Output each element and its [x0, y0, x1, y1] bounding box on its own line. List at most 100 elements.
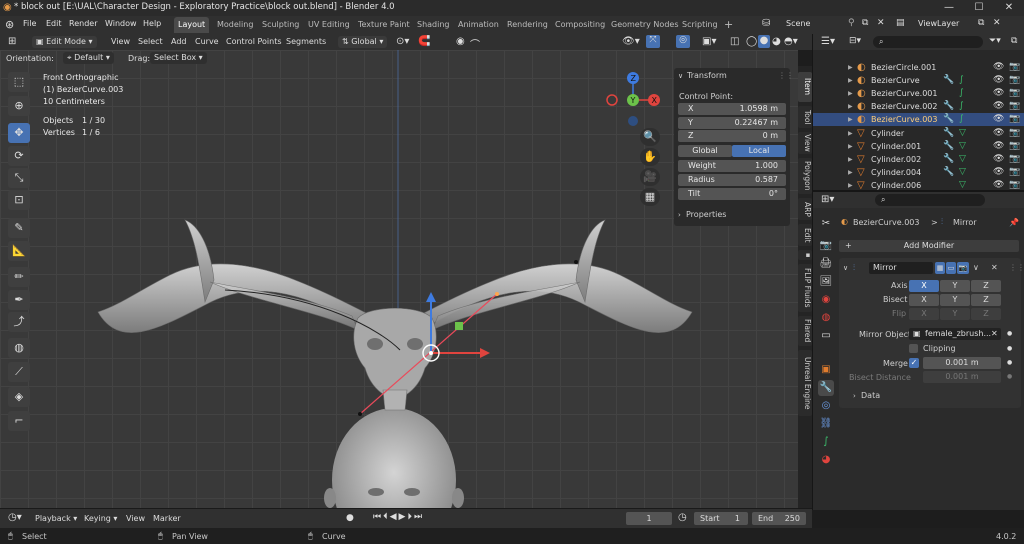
- outliner-item-beziercircle-001[interactable]: ▶ ◐ BezierCircle.001 👁 📷: [813, 61, 1024, 74]
- tab-edit[interactable]: Edit: [798, 224, 812, 246]
- expand-icon[interactable]: ▶: [848, 166, 853, 179]
- bisect-z-toggle[interactable]: Z: [971, 294, 1001, 306]
- scene-icon[interactable]: ⛁: [762, 18, 770, 29]
- x-field[interactable]: X 1.0598 m: [678, 103, 786, 115]
- outliner-item-beziercurve[interactable]: ▶ ◐ BezierCurve 🔧 ∫ 👁 📷: [813, 74, 1024, 87]
- collection-tab-icon[interactable]: ▭: [818, 328, 834, 344]
- annotate-tool-icon[interactable]: ✎: [8, 218, 30, 238]
- menu-file[interactable]: File: [23, 19, 36, 28]
- toggle-xray-icon[interactable]: ◫: [730, 36, 739, 47]
- camera-icon[interactable]: 📷: [1009, 140, 1020, 153]
- tab-modeling[interactable]: Modeling: [213, 17, 257, 33]
- tab-sculpting[interactable]: Sculpting: [258, 17, 303, 33]
- tab-polygon[interactable]: Polygon: [798, 158, 812, 194]
- modifier-icon[interactable]: 🔧: [943, 153, 954, 166]
- pan-hand-icon[interactable]: ✋: [640, 148, 660, 166]
- global-toggle[interactable]: Global: [678, 145, 732, 157]
- outliner-item-beziercurve-002[interactable]: ▶ ◐ BezierCurve.002 🔧 ∫ 👁 📷: [813, 100, 1024, 113]
- visibility-icon[interactable]: 👁▾: [622, 36, 640, 47]
- start-frame-field[interactable]: Start 1: [694, 512, 748, 525]
- menu-render[interactable]: Render: [69, 19, 97, 28]
- drag-handle-icon[interactable]: ⋮⋮: [778, 71, 794, 80]
- camera-icon[interactable]: 📷: [1009, 166, 1020, 179]
- editor-type-icon[interactable]: ⊞: [8, 36, 16, 47]
- properties-search-input[interactable]: ⌕: [875, 194, 985, 206]
- eye-icon[interactable]: 👁: [993, 74, 1004, 87]
- tilt-field[interactable]: Tilt 0°: [678, 188, 786, 200]
- data-expand-icon[interactable]: ›: [853, 392, 856, 400]
- move-tool-icon[interactable]: ✥: [8, 123, 30, 143]
- outliner-editor-icon[interactable]: ☰▾: [821, 36, 835, 47]
- collapse-modifier-icon[interactable]: ∨: [843, 264, 848, 272]
- measure-tool-icon[interactable]: 📐: [8, 241, 30, 261]
- camera-icon[interactable]: 📷: [1009, 113, 1020, 126]
- tab-tool[interactable]: Tool: [798, 106, 812, 128]
- camera-icon[interactable]: 📷: [1009, 61, 1020, 74]
- eye-icon[interactable]: 👁: [993, 127, 1004, 140]
- mirror-object-field[interactable]: ▣ female_zbrush... ✕: [909, 328, 1001, 340]
- physics-tab-icon[interactable]: ◎: [818, 398, 834, 414]
- outliner-item-cylinder[interactable]: ▶ ▽ Cylinder 🔧 ▽ 👁 📷: [813, 127, 1024, 140]
- outliner-item-cylinder-002[interactable]: ▶ ▽ Cylinder.002 🔧 ▽ 👁 📷: [813, 153, 1024, 166]
- properties-expand-icon[interactable]: ›: [678, 211, 681, 219]
- camera-view-icon[interactable]: 🎥: [640, 168, 660, 186]
- tab-rendering[interactable]: Rendering: [503, 17, 552, 33]
- properties-editor-icon[interactable]: ⊞▾: [821, 194, 834, 205]
- view-layer-tab-icon[interactable]: 🖼: [818, 274, 834, 290]
- tab-item[interactable]: Item: [798, 72, 812, 102]
- flip-z-toggle[interactable]: Z: [971, 308, 1001, 320]
- display-mode-icon[interactable]: ⊟▾: [849, 36, 861, 46]
- expand-icon[interactable]: ▶: [848, 113, 853, 126]
- z-field[interactable]: Z 0 m: [678, 130, 786, 142]
- clear-mirror-object-icon[interactable]: ✕: [991, 328, 998, 340]
- curve-data-icon[interactable]: ∫: [959, 87, 964, 100]
- object-tab-icon[interactable]: ▣: [818, 362, 834, 378]
- tilt-tool-icon[interactable]: ⟋: [8, 362, 30, 382]
- cursor-tool-icon[interactable]: ⊕: [8, 96, 30, 116]
- rendered-shading-icon[interactable]: ◓▾: [784, 36, 798, 47]
- curve-data-icon[interactable]: ∫: [959, 113, 964, 126]
- outliner-item-cylinder-004[interactable]: ▶ ▽ Cylinder.004 🔧 ▽ 👁 📷: [813, 166, 1024, 179]
- wireframe-shading-icon[interactable]: ◯: [746, 36, 757, 47]
- data-tab-icon[interactable]: ∫: [818, 434, 834, 450]
- clipping-checkbox[interactable]: [909, 344, 918, 353]
- extrude-tool-icon[interactable]: ⤴: [8, 312, 30, 332]
- timeline-view-menu[interactable]: View: [126, 514, 145, 523]
- falloff-icon[interactable]: ⌒: [470, 36, 480, 51]
- expand-icon[interactable]: ▶: [848, 140, 853, 153]
- modifier-menu-icon[interactable]: ∨: [973, 263, 979, 272]
- ortho-toggle-icon[interactable]: ▦: [640, 188, 660, 206]
- tab-uv-editing[interactable]: UV Editing: [304, 17, 354, 33]
- panel-collapse-icon[interactable]: ∨: [678, 72, 683, 80]
- transform-tool-icon[interactable]: ⊡: [8, 190, 30, 210]
- gizmo-toggle-icon[interactable]: ⤧: [646, 35, 660, 48]
- expand-icon[interactable]: ▶: [848, 153, 853, 166]
- transform-panel-title[interactable]: Transform: [687, 71, 727, 80]
- keying-menu[interactable]: Keying ▾: [84, 514, 117, 523]
- mesh-data-icon[interactable]: ▽: [959, 140, 966, 153]
- control-point-end[interactable]: [574, 260, 578, 264]
- expand-icon[interactable]: ▶: [848, 87, 853, 100]
- select-box-tool-icon[interactable]: ⬚: [8, 72, 30, 92]
- current-frame-field[interactable]: 1: [626, 512, 672, 525]
- solid-shading-icon[interactable]: ●: [758, 35, 770, 48]
- axis-x-toggle[interactable]: X: [909, 280, 939, 292]
- render-tab-icon[interactable]: 📷: [818, 238, 834, 254]
- bisect-distance-field[interactable]: 0.001 m: [923, 371, 1001, 383]
- modifier-icon[interactable]: 🔧: [943, 74, 954, 87]
- eye-icon[interactable]: 👁: [993, 87, 1004, 100]
- playback-menu[interactable]: Playback ▾: [35, 514, 77, 523]
- bisect-y-toggle[interactable]: Y: [940, 294, 970, 306]
- edit-mode-toggle-icon[interactable]: ▦: [935, 262, 945, 274]
- tab-flared[interactable]: Flared: [798, 316, 812, 346]
- modifier-icon[interactable]: 🔧: [943, 127, 954, 140]
- draw-tool-icon[interactable]: ✏: [8, 267, 30, 287]
- playback-controls[interactable]: ⏮⏴◀▶⏵⏭: [373, 512, 424, 522]
- tab-geometry-nodes[interactable]: Geometry Nodes: [607, 17, 682, 33]
- menu-curve[interactable]: Curve: [195, 37, 219, 46]
- expand-icon[interactable]: ▶: [848, 61, 853, 74]
- scale-tool-icon[interactable]: ⤡: [8, 168, 30, 188]
- add-workspace-button[interactable]: +: [720, 17, 737, 33]
- proportional-edit-icon[interactable]: ◉: [456, 36, 465, 47]
- navigation-gizmo[interactable]: Z Y X: [602, 70, 664, 130]
